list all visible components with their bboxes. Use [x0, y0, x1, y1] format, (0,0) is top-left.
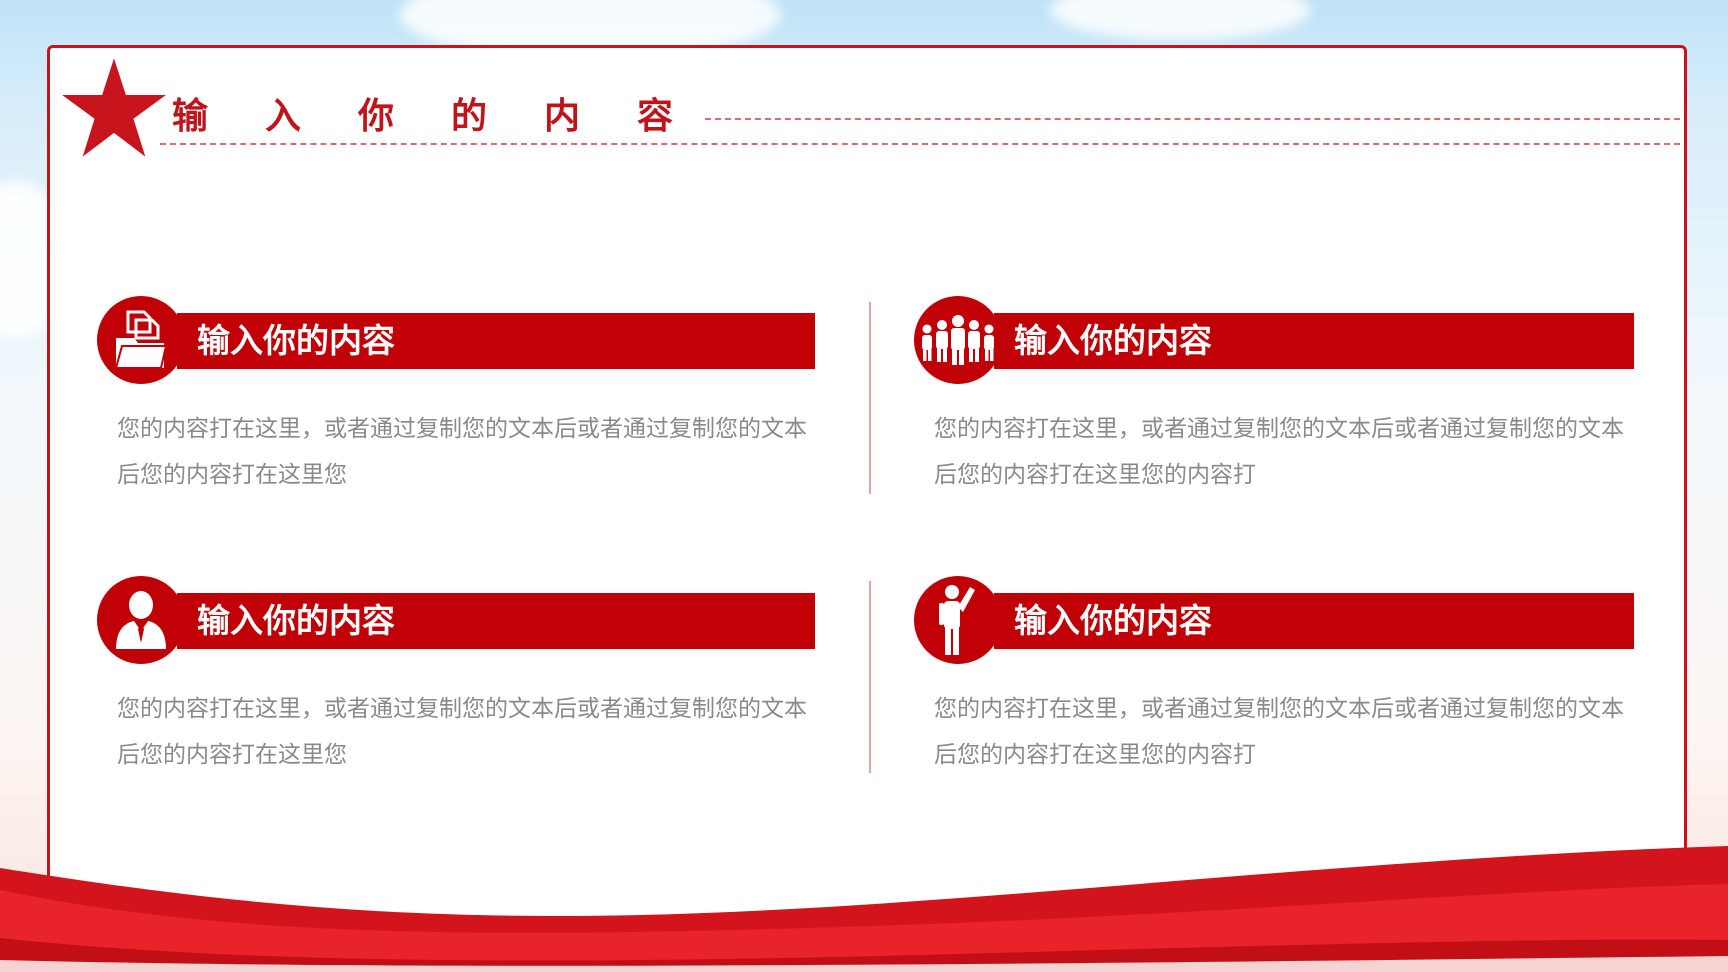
- icon-badge: [914, 576, 1002, 664]
- business-person-icon: [116, 591, 166, 649]
- item-body: 您的内容打在这里，或者通过复制您的文本后或者通过复制您的文本后您的内容打在这里您…: [934, 416, 1624, 488]
- item-heading: 输入你的内容: [1014, 321, 1212, 360]
- item-heading: 输入你的内容: [1014, 601, 1212, 640]
- icon-badge: [97, 296, 185, 384]
- cloud-decoration: [1050, 0, 1310, 40]
- icon-badge: [914, 296, 1002, 384]
- item-body: 您的内容打在这里，或者通过复制您的文本后或者通过复制您的文本后您的内容打在这里您: [117, 416, 807, 488]
- icon-badge: [97, 576, 185, 664]
- title-dashed-line: [705, 118, 1680, 120]
- ribbon-decoration: [0, 846, 1728, 972]
- team-people-icon: [922, 315, 994, 365]
- title-dashed-underline: [160, 143, 1680, 145]
- content-item: 输入你的内容 您的内容打在这里，或者通过复制您的文本后或者通过复制您的文本后您的…: [97, 296, 857, 506]
- item-heading: 输入你的内容: [197, 601, 395, 640]
- column-divider: [869, 302, 871, 494]
- folder-documents-icon: [114, 310, 168, 369]
- item-body: 您的内容打在这里，或者通过复制您的文本后或者通过复制您的文本后您的内容打在这里您: [117, 696, 807, 768]
- column-divider: [869, 581, 871, 773]
- item-heading: 输入你的内容: [197, 321, 395, 360]
- star-icon: [62, 58, 166, 157]
- content-item: 输入你的内容 您的内容打在这里，或者通过复制您的文本后或者通过复制您的文本后您的…: [914, 576, 1674, 786]
- content-item: 输入你的内容 您的内容打在这里，或者通过复制您的文本后或者通过复制您的文本后您的…: [914, 296, 1674, 506]
- content-item: 输入你的内容 您的内容打在这里，或者通过复制您的文本后或者通过复制您的文本后您的…: [97, 576, 857, 786]
- person-raising-hand-icon: [939, 585, 975, 655]
- item-body: 您的内容打在这里，或者通过复制您的文本后或者通过复制您的文本后您的内容打在这里您…: [934, 696, 1624, 768]
- slide-title: 输入你的内容: [172, 95, 731, 137]
